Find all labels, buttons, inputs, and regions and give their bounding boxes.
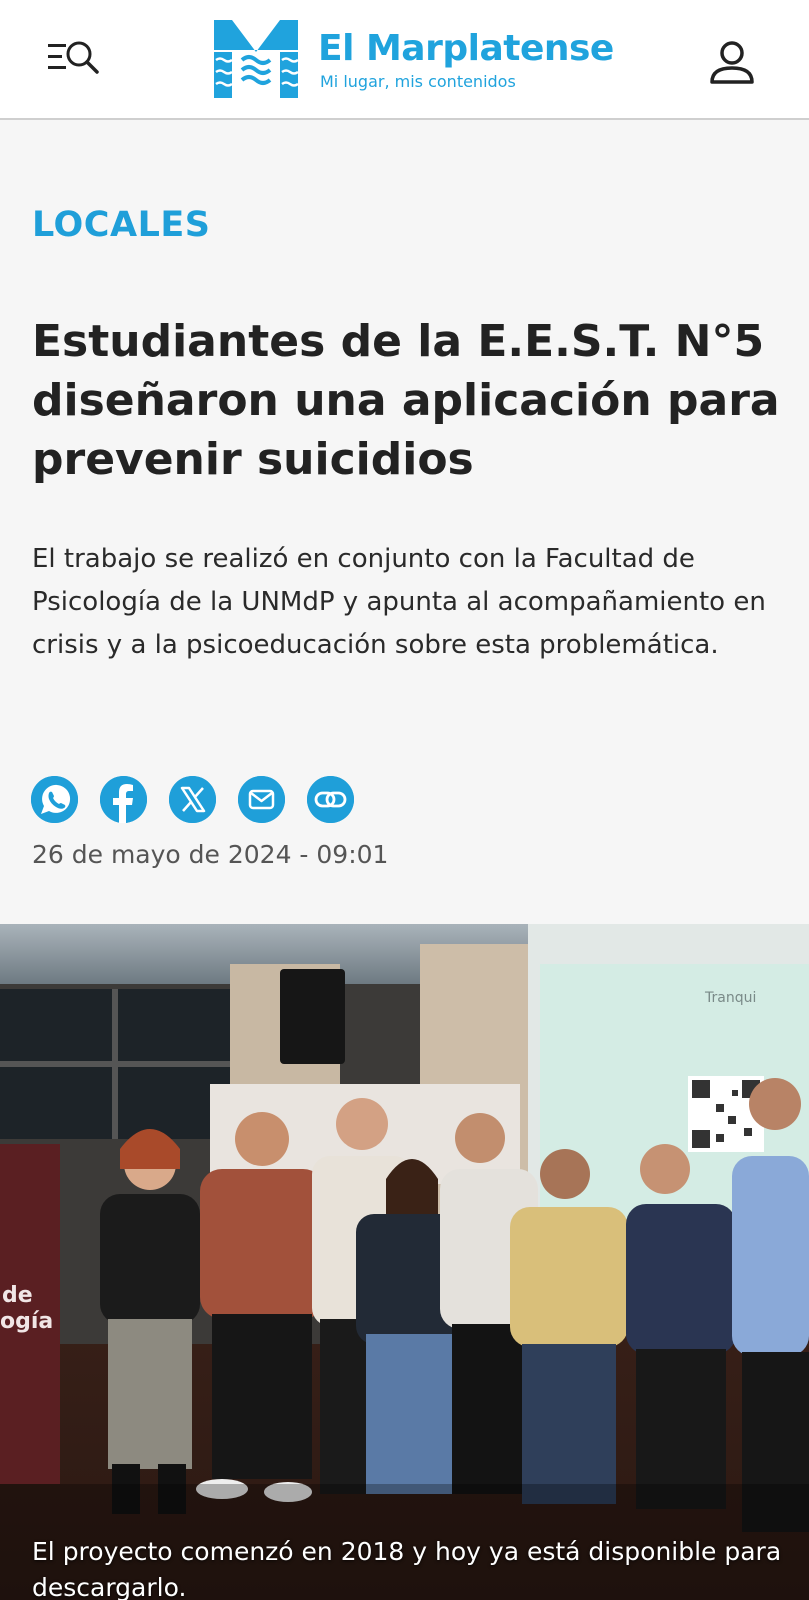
article-photo[interactable]: Tranqui de ogía El proyecto comenzó en 2…: [0, 924, 809, 1600]
article-summary: El trabajo se realizó en conjunto con la…: [32, 544, 766, 660]
whatsapp-icon: [31, 776, 78, 823]
menu-search-icon: [48, 41, 99, 74]
facebook-icon: [100, 776, 147, 823]
share-email-button[interactable]: [238, 776, 285, 823]
site-logo[interactable]: El Marplatense Mi lugar, mis contenidos: [212, 18, 632, 102]
article-title: Estudiantes de la E.E.S.T. N°5 diseñaron…: [32, 316, 780, 485]
publish-date: 26 de mayo de 2024 - 09:01: [32, 840, 389, 869]
logo-m-icon: [214, 20, 299, 98]
brand-tagline: Mi lugar, mis contenidos: [320, 72, 516, 91]
link-icon: [307, 776, 354, 823]
copy-link-button[interactable]: [307, 776, 354, 823]
svg-text:ogía: ogía: [0, 1309, 53, 1334]
user-icon: [710, 41, 754, 84]
share-x-button[interactable]: [169, 776, 216, 823]
svg-text:de: de: [2, 1283, 33, 1308]
site-header: El Marplatense Mi lugar, mis contenidos: [0, 0, 809, 120]
email-icon: [238, 776, 285, 823]
menu-search-button[interactable]: [46, 38, 102, 76]
category-link[interactable]: LOCALES: [32, 205, 211, 245]
share-facebook-button[interactable]: [100, 776, 147, 823]
brand-name: El Marplatense: [318, 28, 614, 69]
x-icon: [169, 776, 216, 823]
photo-caption: El proyecto comenzó en 2018 y hoy ya est…: [32, 1537, 782, 1600]
share-whatsapp-button[interactable]: [31, 776, 78, 823]
screen-text: Tranqui: [704, 990, 756, 1006]
user-account-button[interactable]: [708, 38, 756, 86]
